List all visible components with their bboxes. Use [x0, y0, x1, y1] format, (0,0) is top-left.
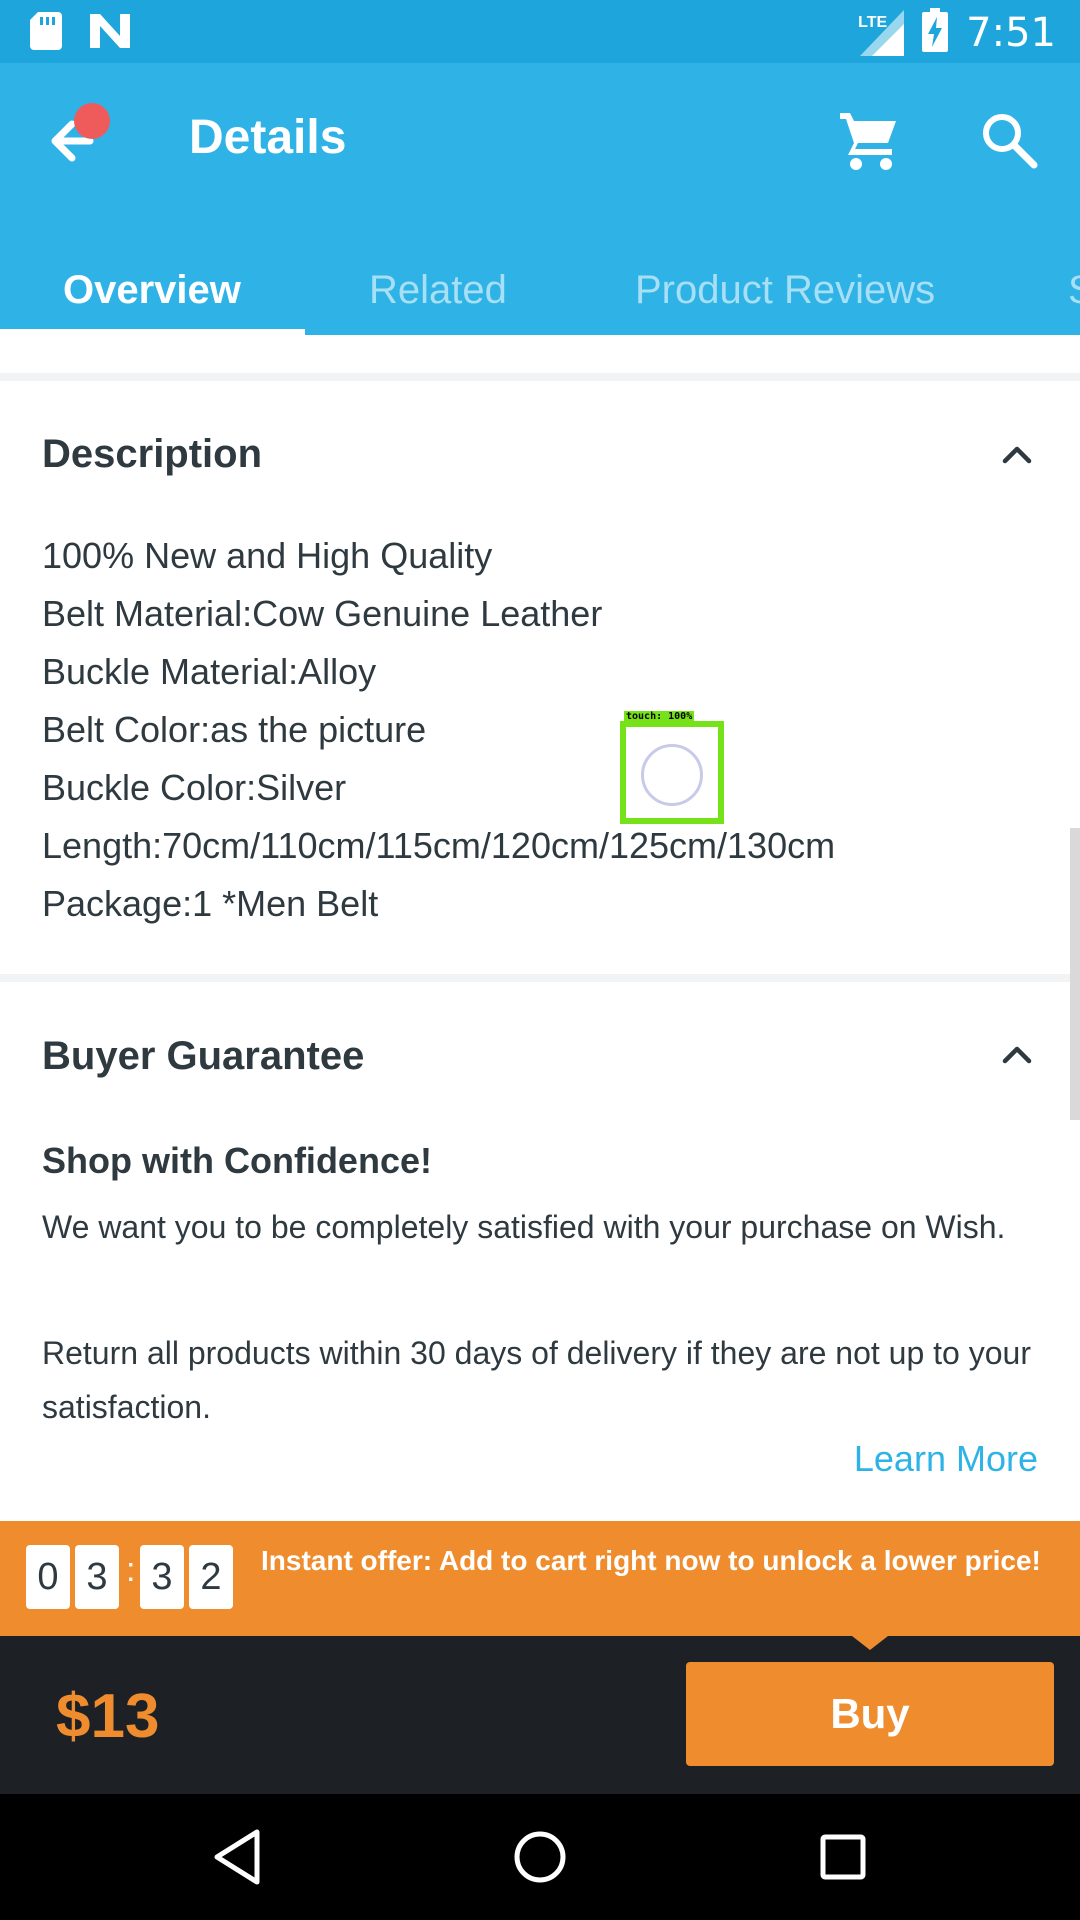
description-line: Buckle Material:Alloy [42, 651, 377, 692]
timer-digit: 2 [189, 1545, 233, 1609]
description-line: 100% New and High Quality [42, 535, 493, 576]
touch-indicator-circle [641, 744, 703, 806]
description-collapse-button[interactable] [997, 434, 1037, 474]
network-type: LTE [858, 13, 888, 31]
timer-digit: 3 [75, 1545, 119, 1609]
sd-card-icon [30, 12, 62, 55]
guarantee-paragraph-2: Return all products within 30 days of de… [42, 1335, 1031, 1425]
content-top-spacer [0, 335, 1080, 381]
status-bar: LTE 7:51 [0, 0, 1080, 63]
description-title: Description [42, 432, 263, 476]
timer-digit: 0 [26, 1545, 70, 1609]
offer-text: Instant offer: Add to cart right now to … [261, 1545, 1041, 1576]
cart-button[interactable] [836, 107, 902, 173]
price: $13 [56, 1682, 160, 1751]
section-divider [0, 974, 1080, 982]
chevron-up-icon [1002, 446, 1032, 464]
search-button[interactable] [976, 107, 1042, 173]
tab-related[interactable]: Related [369, 245, 507, 335]
nav-recents-button[interactable] [810, 1824, 876, 1890]
tab-overview[interactable]: Overview [63, 245, 241, 335]
nav-home-icon [514, 1831, 566, 1883]
status-left-icons [30, 12, 130, 55]
buy-bar: $13 Buy [0, 1636, 1080, 1794]
tab-bar: Overview Related Product Reviews S [0, 245, 1080, 335]
buyer-guarantee-subtitle: Shop with Confidence! [42, 1140, 432, 1181]
offer-pointer [852, 1636, 888, 1650]
description-section: Description 100% New and High Quality Be… [0, 389, 1080, 974]
buyer-guarantee-collapse-button[interactable] [997, 1034, 1037, 1074]
n-app-icon [90, 14, 130, 53]
description-line: Belt Material:Cow Genuine Leather [42, 593, 603, 634]
search-icon [983, 114, 1038, 169]
scrollbar-thumb[interactable] [1070, 828, 1080, 1120]
nav-back-icon [214, 1829, 260, 1885]
description-line: Belt Color:as the picture [42, 709, 427, 750]
battery-charging-icon [922, 8, 949, 57]
nav-back-button[interactable] [205, 1824, 271, 1890]
buyer-guarantee-title: Buyer Guarantee [42, 1034, 365, 1078]
signal-icon: LTE [858, 9, 905, 56]
clock: 7:51 [966, 9, 1056, 56]
status-right-icons: LTE 7:51 [858, 8, 1056, 57]
description-line: Length:70cm/110cm/115cm/120cm/125cm/130c… [42, 825, 836, 866]
description-line: Buckle Color:Silver [42, 767, 347, 808]
notification-dot [74, 103, 110, 139]
app-bar: Details Overview Related Product Reviews… [0, 63, 1080, 336]
timer-digit: 3 [140, 1545, 184, 1609]
cart-icon [840, 113, 896, 170]
tab-partial[interactable]: S [1068, 245, 1080, 335]
timer-separator: : [126, 1551, 136, 1589]
touch-indicator-label: touch: 100% [624, 711, 695, 722]
buy-button[interactable]: Buy [686, 1662, 1054, 1766]
learn-more-link[interactable]: Learn More [854, 1438, 1038, 1480]
tab-product-reviews[interactable]: Product Reviews [635, 245, 935, 335]
instant-offer-banner[interactable]: 0 3 : 3 2 Instant offer: Add to cart rig… [0, 1521, 1080, 1636]
page-title: Details [189, 111, 347, 164]
nav-home-button[interactable] [507, 1824, 573, 1890]
chevron-up-icon [1002, 1046, 1032, 1064]
nav-recents-icon [820, 1834, 866, 1880]
buyer-guarantee-section: Buyer Guarantee Shop with Confidence! We… [0, 982, 1080, 1521]
description-line: Package:1 *Men Belt [42, 883, 379, 924]
guarantee-paragraph-1: We want you to be completely satisfied w… [42, 1209, 1006, 1245]
system-nav-bar [0, 1794, 1080, 1920]
